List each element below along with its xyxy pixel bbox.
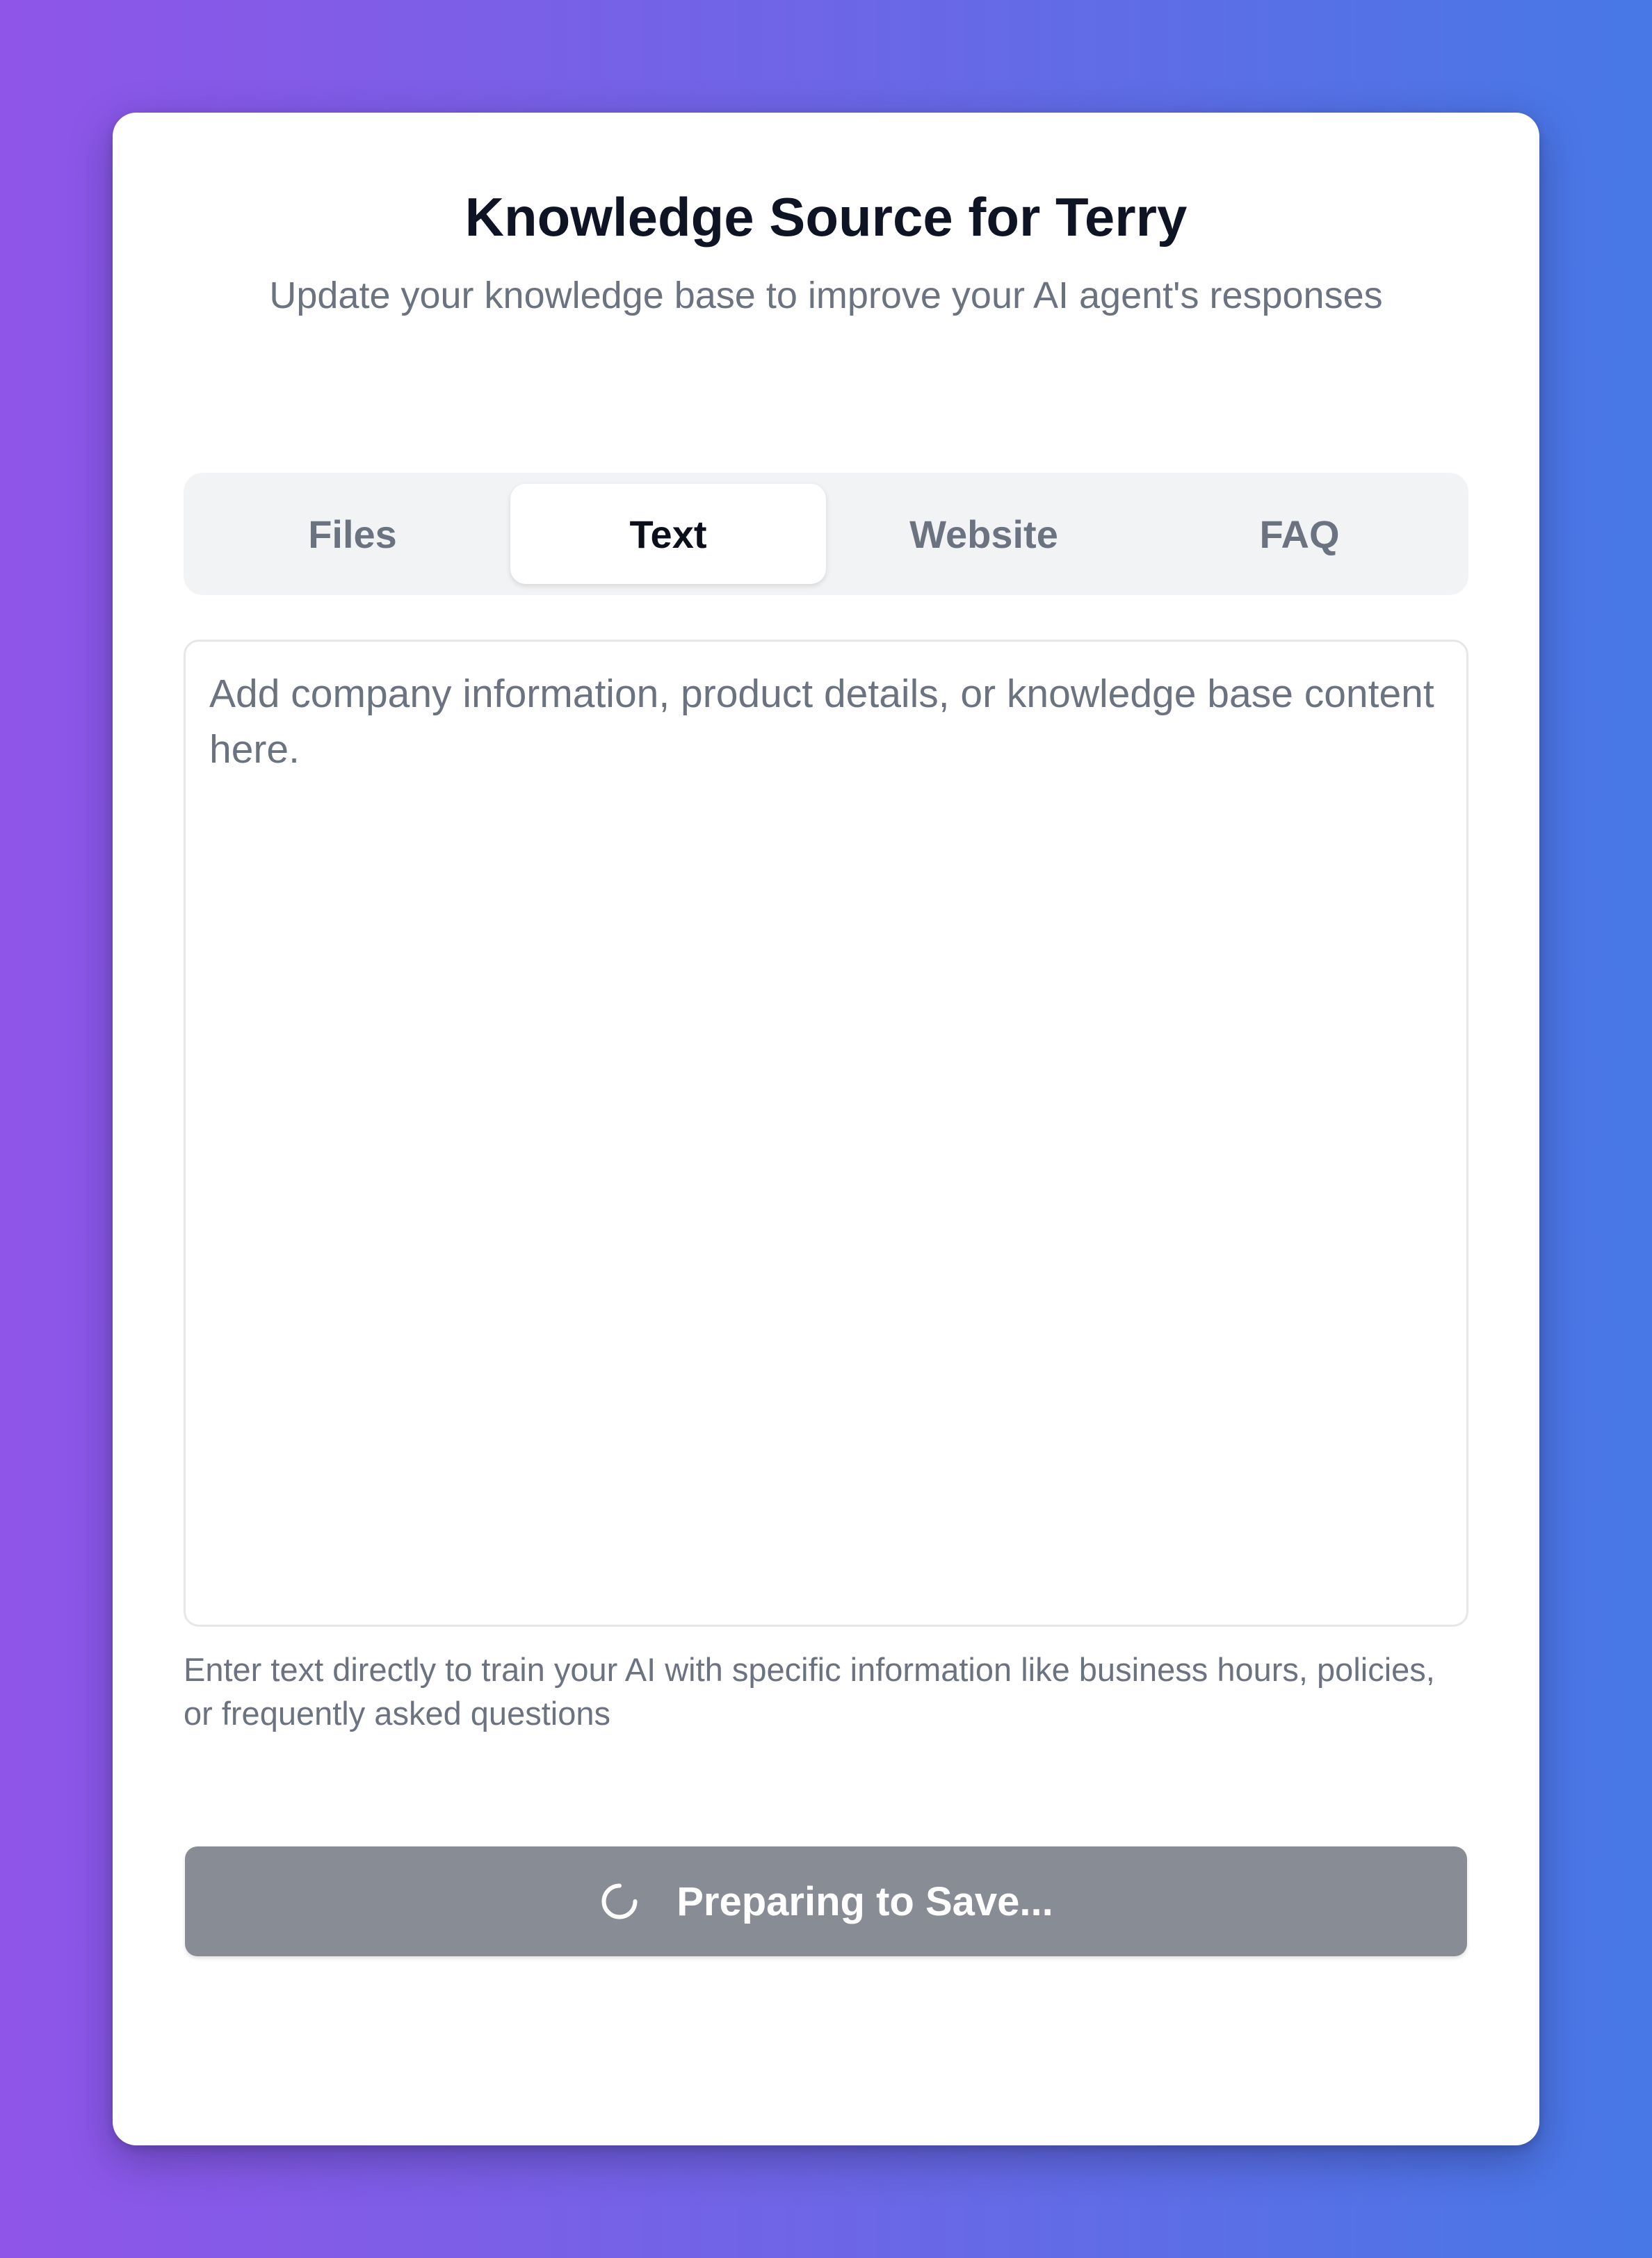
knowledge-source-card: Knowledge Source for Terry Update your k… [113, 113, 1539, 2145]
spinner-icon [599, 1881, 640, 1922]
knowledge-text-field-container [184, 640, 1468, 1627]
page-subtitle: Update your knowledge base to improve yo… [269, 275, 1383, 316]
helper-text: Enter text directly to train your AI wit… [184, 1651, 1435, 1732]
tab-text[interactable]: Text [510, 484, 826, 584]
source-type-tabs: Files Text Website FAQ [184, 473, 1468, 595]
save-button[interactable]: Preparing to Save... [185, 1846, 1467, 1956]
tab-website[interactable]: Website [826, 484, 1142, 584]
page-title: Knowledge Source for Terry [464, 186, 1188, 247]
tab-faq[interactable]: FAQ [1142, 484, 1457, 584]
save-button-label: Preparing to Save... [677, 1878, 1053, 1924]
knowledge-text-input[interactable] [186, 642, 1466, 1625]
tab-files[interactable]: Files [195, 484, 510, 584]
